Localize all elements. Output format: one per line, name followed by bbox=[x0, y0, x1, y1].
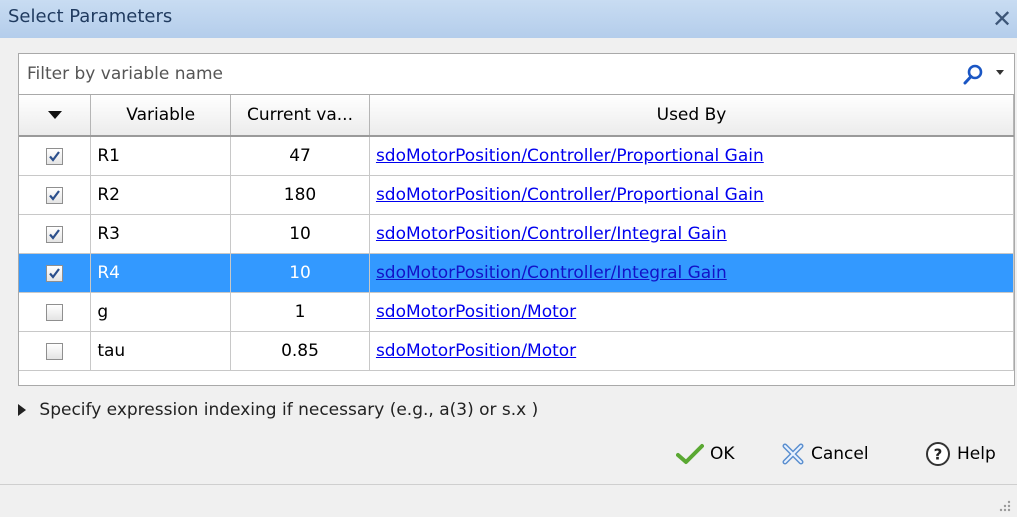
used-by-link[interactable]: sdoMotorPosition/Controller/Proportional… bbox=[376, 146, 764, 166]
close-icon[interactable]: ✕ bbox=[987, 0, 1017, 38]
table-row[interactable]: R3 10 sdoMotorPosition/Controller/Integral… bbox=[19, 214, 1015, 254]
cancel-button-label: Cancel bbox=[811, 444, 869, 464]
current-value-cell[interactable]: 10 bbox=[230, 214, 370, 254]
cancel-x-icon bbox=[782, 443, 804, 465]
sort-arrow-icon bbox=[47, 111, 62, 119]
help-icon: ? bbox=[926, 442, 950, 466]
ok-button[interactable]: OK bbox=[676, 438, 735, 470]
used-by-link[interactable]: sdoMotorPosition/Motor bbox=[376, 302, 576, 322]
row-checkbox-cell bbox=[19, 331, 92, 371]
row-checkbox[interactable] bbox=[46, 147, 64, 165]
variable-cell: R3 bbox=[90, 214, 232, 254]
row-checkbox-cell bbox=[19, 136, 92, 176]
window-title: Select Parameters bbox=[8, 6, 173, 27]
current-value-cell[interactable]: 47 bbox=[230, 136, 370, 176]
table-row[interactable]: g 1 sdoMotorPosition/Motor bbox=[19, 292, 1015, 332]
parameter-table-container: Variable Current va... Used By R1 47 sdoMo… bbox=[18, 95, 1015, 386]
current-value-cell[interactable]: 0.85 bbox=[230, 331, 370, 371]
row-checkbox-cell bbox=[19, 214, 92, 254]
table-header-row: Variable Current va... Used By bbox=[19, 95, 1015, 137]
used-by-cell: sdoMotorPosition/Motor bbox=[369, 292, 1015, 332]
status-bar bbox=[0, 484, 1017, 517]
current-value-cell[interactable]: 1 bbox=[230, 292, 370, 332]
used-by-link[interactable]: sdoMotorPosition/Controller/Proportional… bbox=[376, 185, 764, 205]
parameter-table: Variable Current va... Used By R1 47 sdoMo… bbox=[19, 95, 1015, 371]
row-checkbox[interactable] bbox=[46, 186, 64, 204]
used-by-link[interactable]: sdoMotorPosition/Motor bbox=[376, 341, 576, 361]
triangle-right-icon bbox=[18, 404, 26, 416]
variable-cell: R4 bbox=[90, 253, 232, 293]
row-checkbox[interactable] bbox=[46, 225, 64, 243]
used-by-cell: sdoMotorPosition/Controller/Integral Gai… bbox=[369, 214, 1015, 254]
current-value-cell[interactable]: 180 bbox=[230, 175, 370, 215]
used-by-cell: sdoMotorPosition/Motor bbox=[369, 331, 1015, 371]
svg-text:?: ? bbox=[934, 446, 943, 464]
variable-cell: R2 bbox=[90, 175, 232, 215]
row-checkbox[interactable] bbox=[46, 342, 64, 360]
row-checkbox[interactable] bbox=[46, 264, 64, 282]
used-by-link[interactable]: sdoMotorPosition/Controller/Integral Gai… bbox=[376, 224, 727, 244]
table-row[interactable]: R2 180 sdoMotorPosition/Controller/Proport… bbox=[19, 175, 1015, 215]
search-icon[interactable] bbox=[962, 64, 984, 86]
expression-indexing-label: Specify expression indexing if necessary… bbox=[39, 400, 539, 420]
select-parameters-dialog: Select Parameters ✕ Filter by variable n… bbox=[0, 0, 1017, 517]
help-button-label: Help bbox=[957, 444, 996, 464]
ok-button-label: OK bbox=[710, 444, 735, 464]
dropdown-arrow-icon[interactable] bbox=[995, 68, 1005, 78]
title-bar: Select Parameters ✕ bbox=[0, 0, 1017, 38]
used-by-link[interactable]: sdoMotorPosition/Controller/Integral Gai… bbox=[376, 263, 727, 283]
resize-grip-icon[interactable] bbox=[999, 500, 1011, 512]
variable-cell: tau bbox=[90, 331, 232, 371]
help-button[interactable]: ? Help bbox=[925, 438, 996, 470]
variable-cell: g bbox=[90, 292, 232, 332]
variable-cell: R1 bbox=[90, 136, 232, 176]
used-by-cell: sdoMotorPosition/Controller/Proportional… bbox=[369, 175, 1015, 215]
used-by-cell: sdoMotorPosition/Controller/Proportional… bbox=[369, 136, 1015, 176]
row-checkbox-cell bbox=[19, 175, 92, 215]
expression-indexing-toggle[interactable]: Specify expression indexing if necessary… bbox=[18, 400, 538, 424]
filter-box bbox=[18, 53, 1015, 95]
current-value-column-header[interactable]: Current va... bbox=[230, 95, 370, 137]
table-row[interactable]: tau 0.85 sdoMotorPosition/Motor bbox=[19, 331, 1015, 371]
ok-check-icon bbox=[676, 444, 704, 464]
row-checkbox-cell bbox=[19, 253, 92, 293]
cancel-button[interactable]: Cancel bbox=[781, 438, 869, 470]
table-row[interactable]: R1 47 sdoMotorPosition/Controller/Proporti… bbox=[19, 136, 1015, 176]
table-row[interactable]: R4 10 sdoMotorPosition/Controller/Integral… bbox=[19, 253, 1015, 293]
current-value-cell[interactable]: 10 bbox=[230, 253, 370, 293]
variable-column-header[interactable]: Variable bbox=[90, 95, 232, 137]
row-checkbox[interactable] bbox=[46, 303, 64, 321]
used-by-cell: sdoMotorPosition/Controller/Integral Gai… bbox=[369, 253, 1015, 293]
filter-input[interactable] bbox=[19, 54, 935, 94]
select-all-column-header[interactable] bbox=[19, 95, 92, 137]
used-by-column-header[interactable]: Used By bbox=[369, 95, 1015, 137]
row-checkbox-cell bbox=[19, 292, 92, 332]
